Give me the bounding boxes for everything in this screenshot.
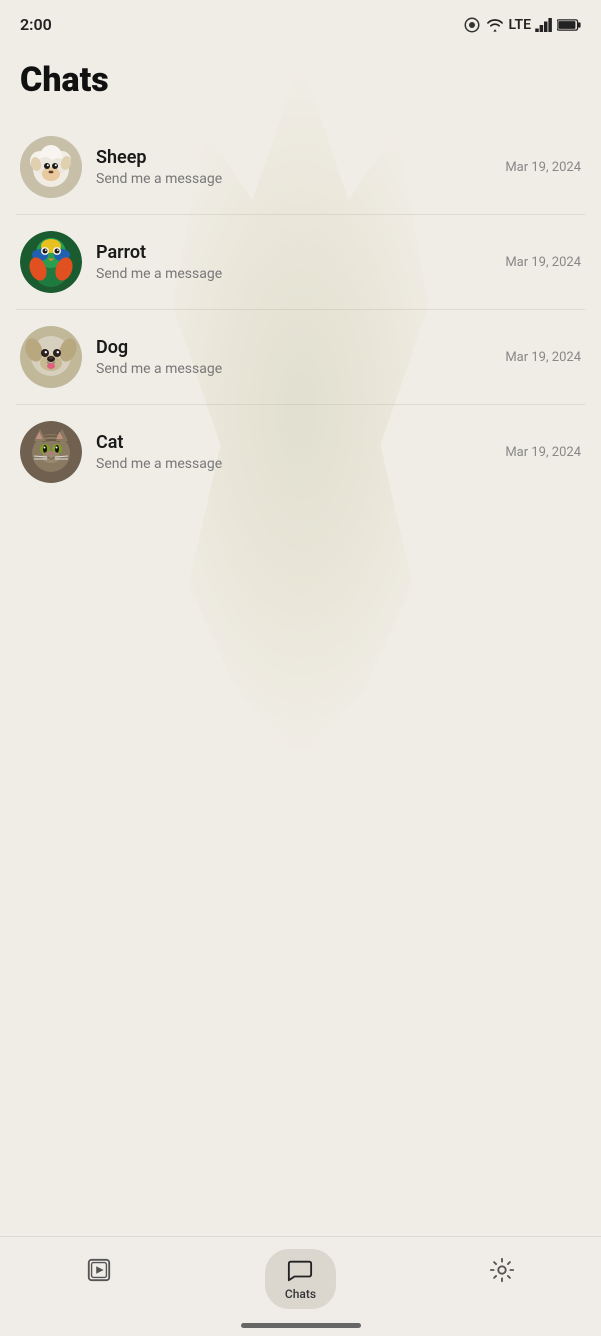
chat-date-parrot: Mar 19, 2024 bbox=[505, 255, 581, 270]
status-icons: LTE bbox=[463, 16, 581, 34]
chat-list: Sheep Send me a message Mar 19, 2024 bbox=[0, 120, 601, 499]
chat-item-cat[interactable]: Cat Send me a message Mar 19, 2024 bbox=[16, 405, 585, 499]
signal-icon bbox=[535, 18, 553, 32]
chat-item-parrot[interactable]: Parrot Send me a message Mar 19, 2024 bbox=[16, 215, 585, 310]
lte-label: LTE bbox=[509, 17, 531, 33]
nav-item-stories[interactable] bbox=[66, 1249, 132, 1291]
chat-date-dog: Mar 19, 2024 bbox=[505, 350, 581, 365]
settings-icon bbox=[489, 1257, 515, 1283]
chat-info-dog: Dog Send me a message bbox=[96, 337, 497, 377]
chat-name-sheep: Sheep bbox=[96, 147, 497, 168]
chat-info-cat: Cat Send me a message bbox=[96, 432, 497, 472]
status-bar: 2:00 LTE bbox=[0, 0, 601, 44]
chats-nav-label: Chats bbox=[285, 1287, 316, 1301]
chats-icon bbox=[287, 1257, 313, 1283]
chat-item-sheep[interactable]: Sheep Send me a message Mar 19, 2024 bbox=[16, 120, 585, 215]
battery-icon bbox=[557, 18, 581, 32]
record-icon bbox=[463, 16, 481, 34]
chat-name-dog: Dog bbox=[96, 337, 497, 358]
chat-name-parrot: Parrot bbox=[96, 242, 497, 263]
chat-info-sheep: Sheep Send me a message bbox=[96, 147, 497, 187]
chat-info-parrot: Parrot Send me a message bbox=[96, 242, 497, 282]
chat-date-cat: Mar 19, 2024 bbox=[505, 445, 581, 460]
chat-preview-sheep: Send me a message bbox=[96, 171, 497, 187]
avatar-dog bbox=[20, 326, 82, 388]
nav-item-chats[interactable]: Chats bbox=[265, 1249, 336, 1309]
avatar-parrot bbox=[20, 231, 82, 293]
chat-preview-parrot: Send me a message bbox=[96, 266, 497, 282]
chat-preview-cat: Send me a message bbox=[96, 456, 497, 472]
status-time: 2:00 bbox=[20, 15, 52, 34]
avatar-cat bbox=[20, 421, 82, 483]
home-indicator bbox=[241, 1323, 361, 1328]
chat-name-cat: Cat bbox=[96, 432, 497, 453]
wifi-icon bbox=[485, 17, 505, 33]
chat-preview-dog: Send me a message bbox=[96, 361, 497, 377]
stories-icon bbox=[86, 1257, 112, 1283]
bottom-nav: Chats bbox=[0, 1236, 601, 1336]
chat-date-sheep: Mar 19, 2024 bbox=[505, 160, 581, 175]
page-title: Chats bbox=[0, 44, 601, 120]
nav-item-settings[interactable] bbox=[469, 1249, 535, 1291]
avatar-sheep bbox=[20, 136, 82, 198]
chat-item-dog[interactable]: Dog Send me a message Mar 19, 2024 bbox=[16, 310, 585, 405]
